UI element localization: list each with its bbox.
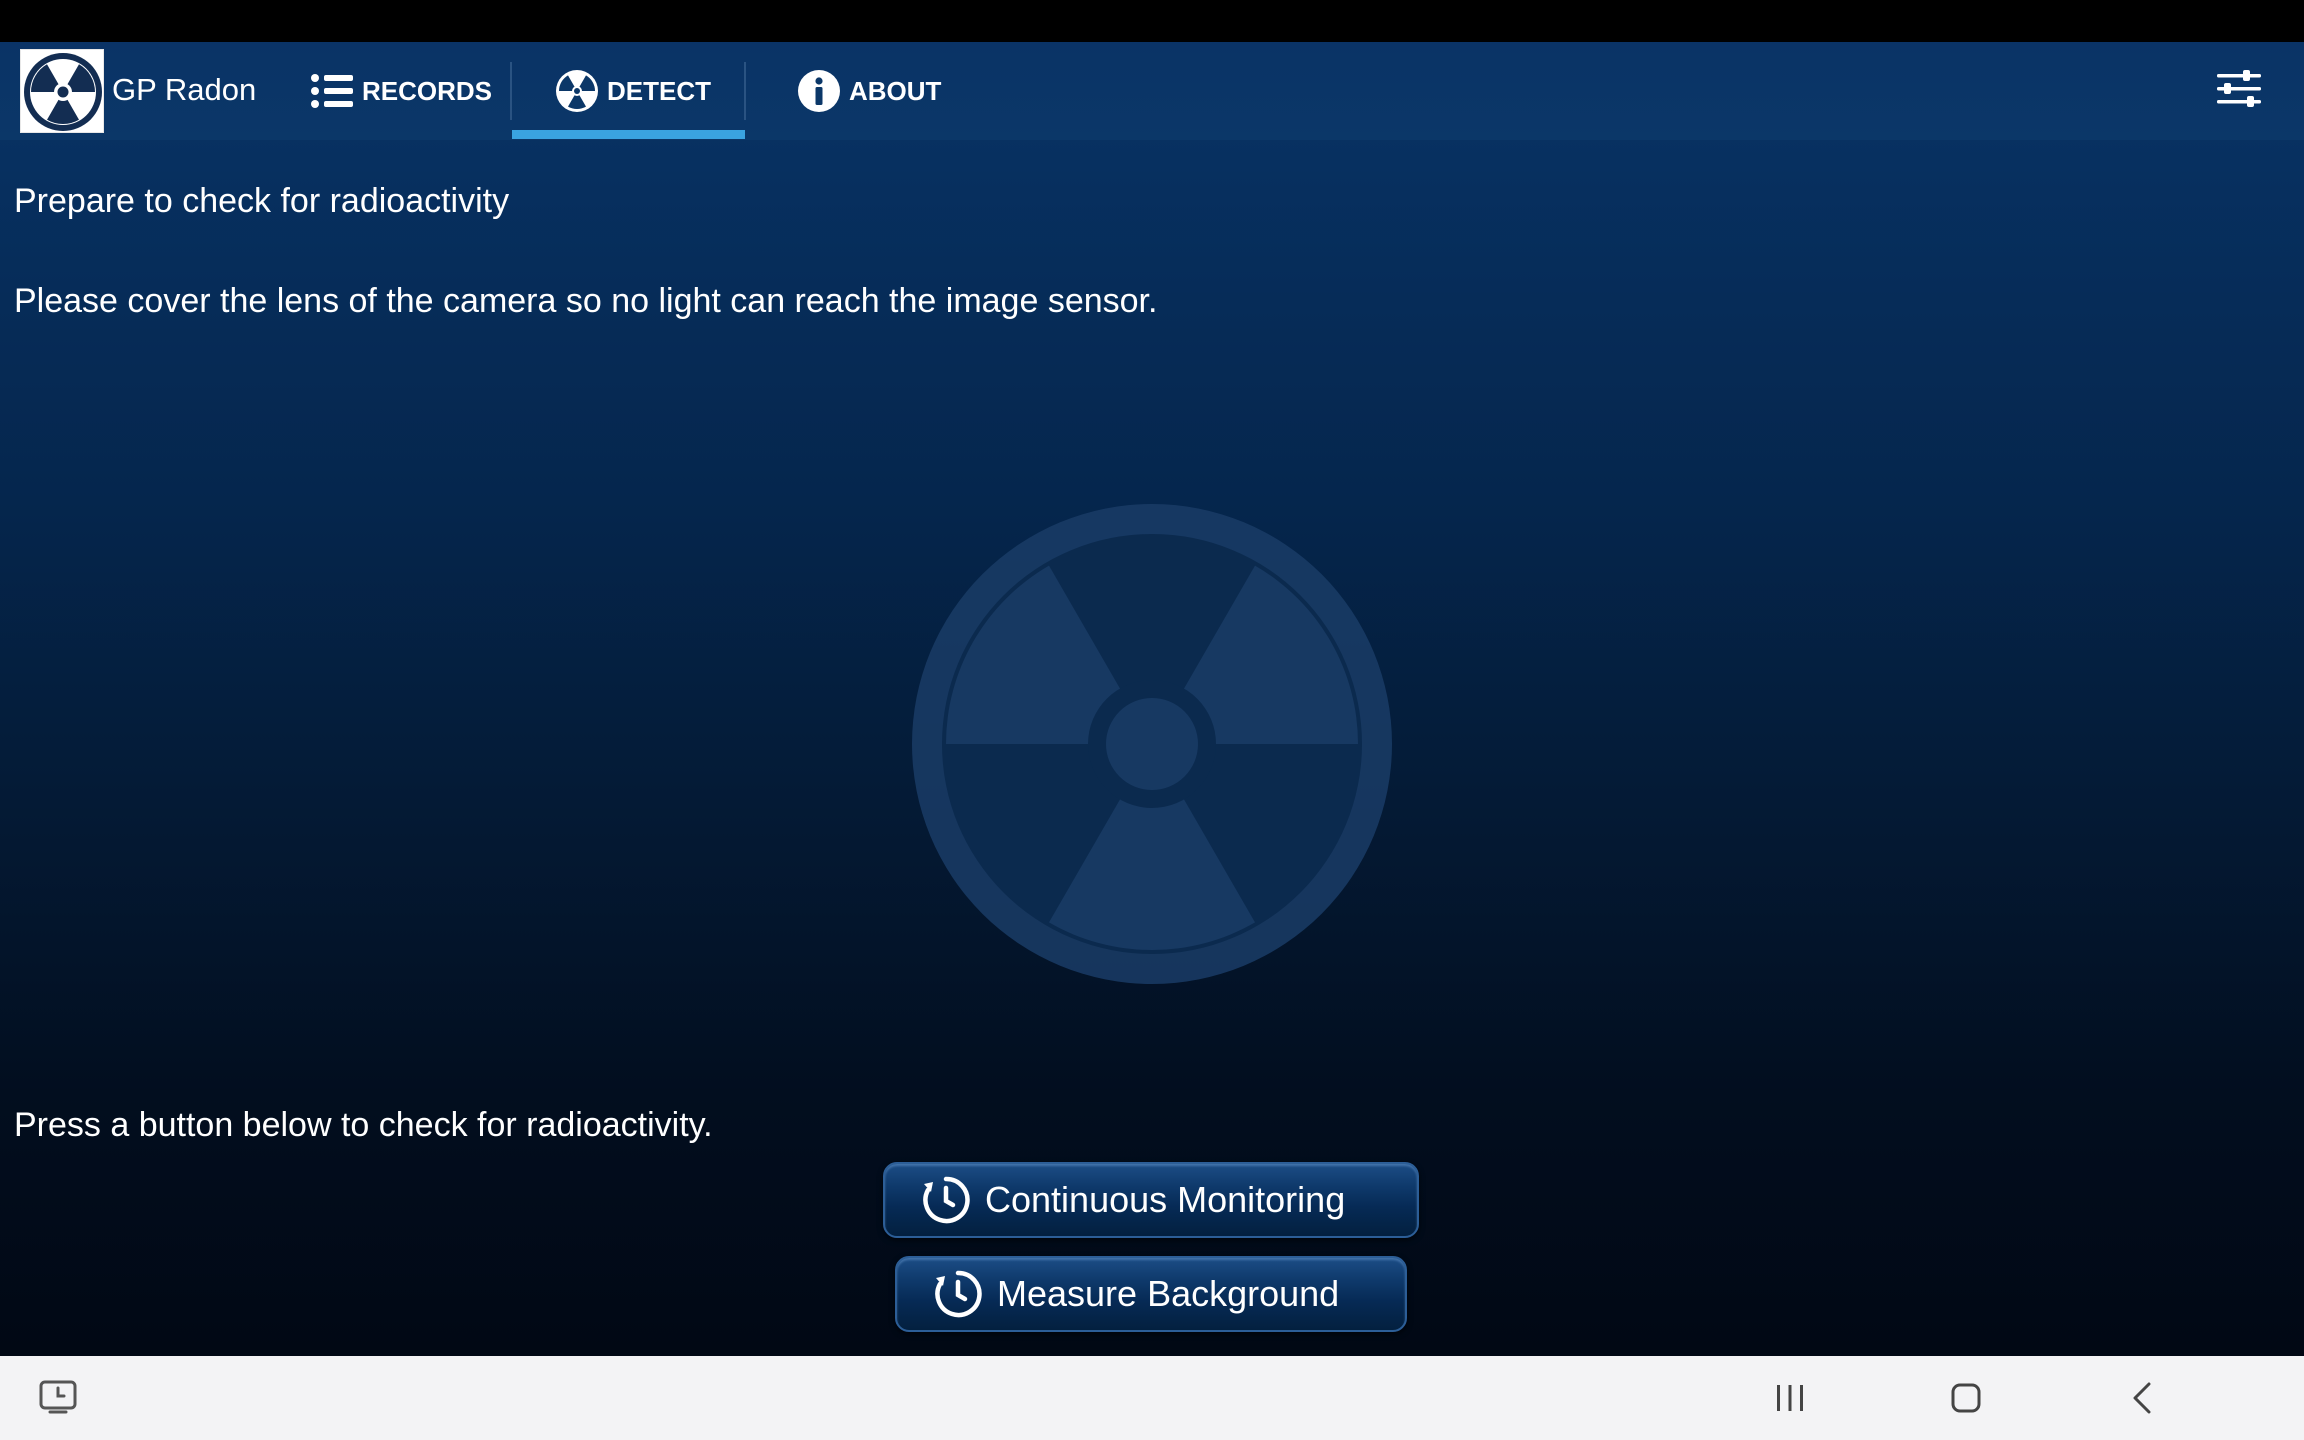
home-icon[interactable] (1936, 1356, 1996, 1440)
radiation-symbol-icon (912, 504, 1392, 984)
timer-icon (933, 1269, 983, 1319)
tab-detect-label: DETECT (607, 75, 711, 106)
tab-records-label: RECORDS (362, 75, 493, 106)
list-icon (310, 74, 354, 108)
tab-divider (744, 62, 746, 120)
app-title: GP Radon (112, 72, 257, 107)
settings-sliders-icon[interactable] (2216, 68, 2262, 110)
tab-records[interactable]: RECORDS (310, 42, 492, 140)
tab-about[interactable]: ABOUT (797, 42, 941, 140)
back-icon[interactable] (2112, 1356, 2172, 1440)
status-bar (0, 0, 2304, 42)
tab-divider (510, 62, 512, 120)
radiation-icon (555, 69, 599, 113)
tab-detect[interactable]: DETECT (555, 42, 711, 140)
system-navigation-bar (0, 1356, 2304, 1440)
measure-background-button[interactable]: Measure Background (895, 1256, 1407, 1332)
info-icon (797, 69, 841, 113)
continuous-monitoring-button[interactable]: Continuous Monitoring (883, 1162, 1419, 1238)
recent-apps-icon[interactable] (1760, 1356, 1820, 1440)
instruction-text: Please cover the lens of the camera so n… (14, 282, 1158, 320)
tab-selected-indicator (512, 130, 745, 139)
app-bar: GP Radon RECORDS DETECT ABOUT (0, 42, 2304, 140)
timer-icon (921, 1175, 971, 1225)
tab-about-label: ABOUT (849, 75, 942, 106)
prompt-text: Press a button below to check for radioa… (14, 1106, 713, 1144)
measure-background-label: Measure Background (997, 1273, 1340, 1314)
continuous-monitoring-label: Continuous Monitoring (985, 1179, 1346, 1220)
app-window: GP Radon RECORDS DETECT ABOUT Prepare to… (0, 42, 2304, 1356)
page-title: Prepare to check for radioactivity (14, 182, 510, 220)
screenshot-icon[interactable] (30, 1356, 86, 1440)
radiation-logo-icon (20, 49, 104, 133)
